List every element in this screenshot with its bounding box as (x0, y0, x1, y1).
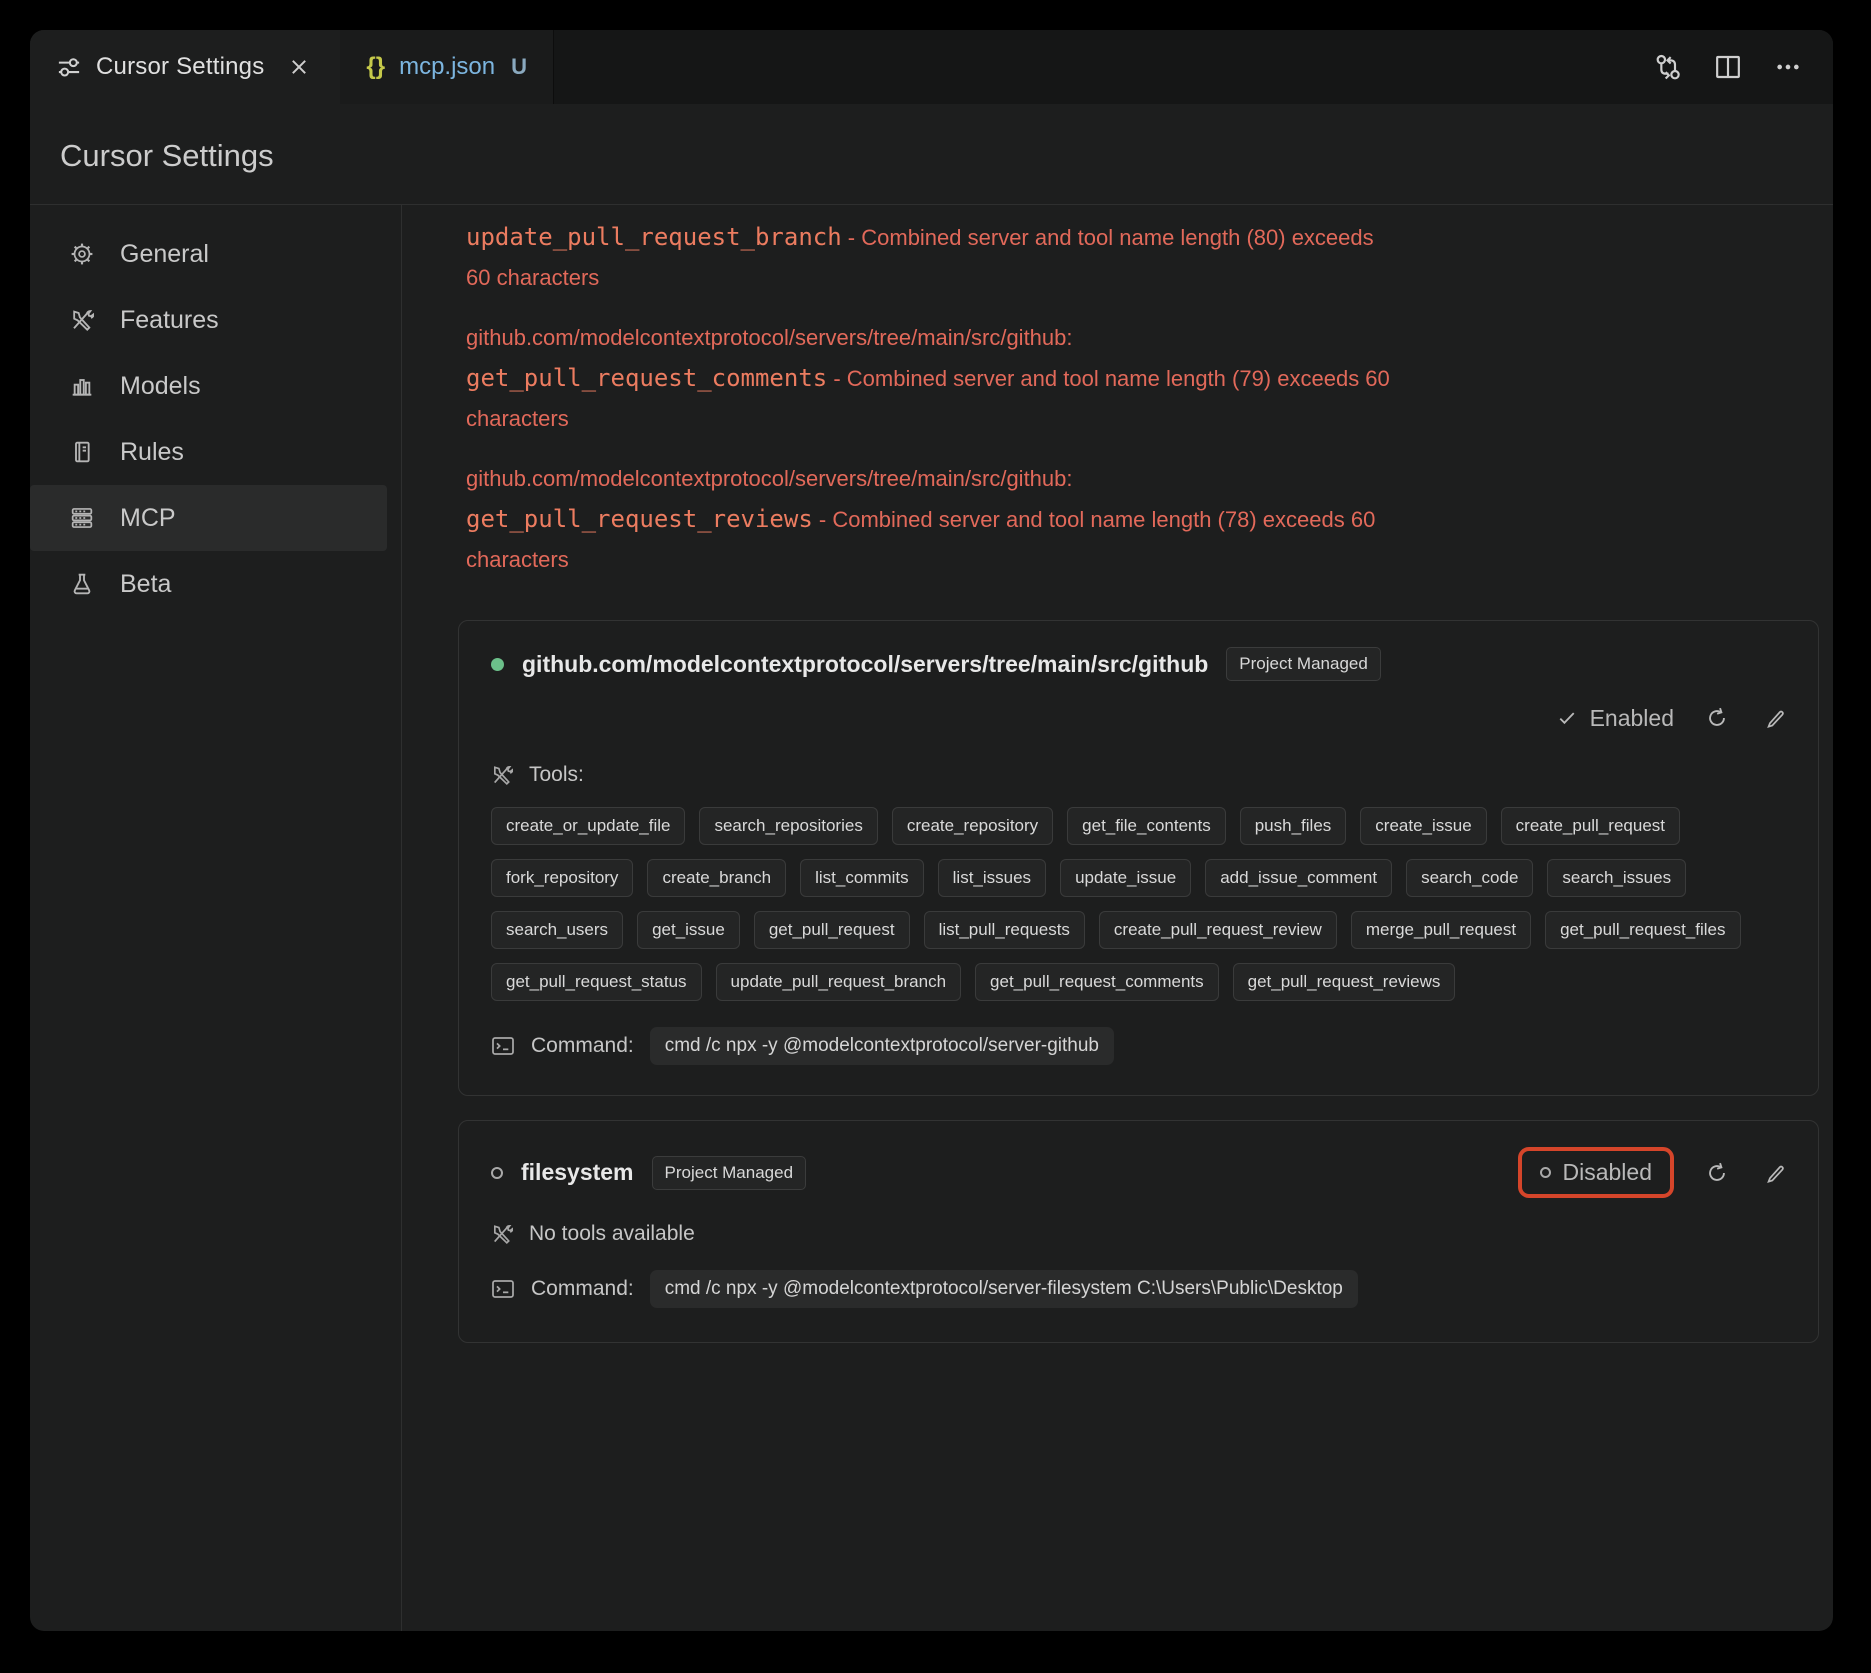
sidebar-item-label: Rules (120, 438, 184, 467)
tool-chip: get_issue (637, 911, 740, 949)
beaker-icon (70, 572, 94, 596)
settings-sidebar: General Features Models (30, 205, 402, 1631)
command-value: cmd /c npx -y @modelcontextprotocol/serv… (650, 1027, 1114, 1065)
bar-chart-icon (70, 374, 94, 398)
tool-chip: create_pull_request (1501, 807, 1680, 845)
split-editor-icon[interactable] (1713, 52, 1743, 82)
tool-chip: update_issue (1060, 859, 1191, 897)
sidebar-item-label: Beta (120, 570, 171, 599)
tool-chip: search_repositories (699, 807, 877, 845)
git-compare-icon[interactable] (1653, 52, 1683, 82)
tools-icon (491, 764, 513, 786)
tools-label: Tools: (529, 763, 584, 787)
mcp-server-card-github: github.com/modelcontextprotocol/servers/… (458, 620, 1819, 1096)
terminal-icon (491, 1034, 515, 1058)
tool-chip: search_issues (1547, 859, 1686, 897)
mcp-settings-panel: update_pull_request_branch - Combined se… (402, 205, 1833, 1631)
tool-chip: create_repository (892, 807, 1053, 845)
disabled-toggle[interactable]: Disabled (1540, 1159, 1653, 1186)
tool-chip: search_users (491, 911, 623, 949)
check-icon (1556, 707, 1578, 729)
tool-chip: fork_repository (491, 859, 633, 897)
command-value: cmd /c npx -y @modelcontextprotocol/serv… (650, 1270, 1358, 1308)
sidebar-item-mcp[interactable]: MCP (30, 485, 387, 551)
tool-chip: update_pull_request_branch (716, 963, 962, 1001)
tool-chip: push_files (1240, 807, 1347, 845)
command-label: Command: (531, 1277, 634, 1301)
page-header: Cursor Settings (30, 104, 1833, 205)
tool-chip: create_pull_request_review (1099, 911, 1337, 949)
tab-bar: Cursor Settings {} mcp.json U (30, 30, 1833, 104)
mcp-server-card-filesystem: filesystem Project Managed Disabled (458, 1120, 1819, 1343)
more-actions-icon[interactable] (1773, 52, 1803, 82)
sidebar-item-models[interactable]: Models (30, 353, 387, 419)
error-message: github.com/modelcontextprotocol/servers/… (466, 459, 1396, 580)
server-status-dot-disabled (491, 1167, 503, 1179)
sidebar-item-label: MCP (120, 504, 176, 533)
project-managed-badge: Project Managed (652, 1156, 807, 1190)
tab-label: Cursor Settings (96, 53, 264, 81)
notebook-icon (70, 440, 94, 464)
tool-chip: create_branch (647, 859, 786, 897)
tool-chip: list_issues (938, 859, 1046, 897)
tool-chip: get_pull_request_files (1545, 911, 1740, 949)
tools-icon (491, 1223, 513, 1245)
sidebar-item-label: General (120, 240, 209, 269)
tool-chip: create_or_update_file (491, 807, 685, 845)
tool-chip: get_pull_request (754, 911, 910, 949)
tool-chip: merge_pull_request (1351, 911, 1531, 949)
refresh-icon[interactable] (1702, 1158, 1732, 1188)
sidebar-item-general[interactable]: General (30, 221, 387, 287)
server-stack-icon (70, 506, 94, 530)
tool-chip-list: create_or_update_file search_repositories… (491, 807, 1790, 1001)
edit-pencil-icon[interactable] (1760, 703, 1790, 733)
tab-cursor-settings[interactable]: Cursor Settings (30, 30, 340, 104)
server-name: github.com/modelcontextprotocol/servers/… (522, 651, 1208, 678)
command-label: Command: (531, 1034, 634, 1058)
project-managed-badge: Project Managed (1226, 647, 1381, 681)
terminal-icon (491, 1277, 515, 1301)
tool-chip: create_issue (1360, 807, 1486, 845)
json-icon: {} (366, 53, 385, 81)
server-name: filesystem (521, 1159, 634, 1186)
gear-icon (70, 242, 94, 266)
sliders-icon (56, 54, 82, 80)
tool-chip: get_pull_request_reviews (1233, 963, 1456, 1001)
sidebar-item-rules[interactable]: Rules (30, 419, 387, 485)
disabled-highlight-box: Disabled (1518, 1147, 1675, 1198)
close-icon[interactable] (284, 52, 314, 82)
server-status-dot-enabled (491, 658, 504, 671)
tool-chip: list_pull_requests (924, 911, 1085, 949)
error-list: update_pull_request_branch - Combined se… (466, 217, 1396, 580)
tool-chip: search_code (1406, 859, 1533, 897)
tool-chip: add_issue_comment (1205, 859, 1392, 897)
git-status-untracked: U (511, 54, 527, 80)
editor-actions (1653, 30, 1833, 104)
tool-chip: get_pull_request_status (491, 963, 702, 1001)
tab-mcp-json[interactable]: {} mcp.json U (340, 30, 554, 104)
edit-pencil-icon[interactable] (1760, 1158, 1790, 1188)
circle-icon (1540, 1167, 1551, 1178)
tool-chip: get_pull_request_comments (975, 963, 1219, 1001)
tab-label: mcp.json (399, 53, 495, 81)
enabled-toggle[interactable]: Enabled (1556, 705, 1674, 732)
sidebar-item-label: Features (120, 306, 219, 335)
page-title: Cursor Settings (60, 138, 1833, 174)
sidebar-item-features[interactable]: Features (30, 287, 387, 353)
tool-chip: list_commits (800, 859, 924, 897)
tools-icon (70, 308, 94, 332)
sidebar-item-label: Models (120, 372, 201, 401)
no-tools-label: No tools available (529, 1222, 695, 1246)
refresh-icon[interactable] (1702, 703, 1732, 733)
error-message: github.com/modelcontextprotocol/servers/… (466, 318, 1396, 439)
error-message: update_pull_request_branch - Combined se… (466, 217, 1396, 298)
editor-window: Cursor Settings {} mcp.json U (30, 30, 1833, 1631)
sidebar-item-beta[interactable]: Beta (30, 551, 387, 617)
tool-chip: get_file_contents (1067, 807, 1226, 845)
